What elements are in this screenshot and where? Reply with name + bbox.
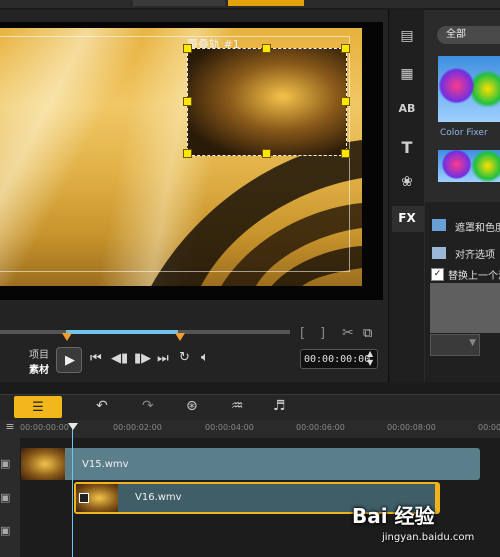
home-icon[interactable]: ⏮ [90, 352, 102, 366]
resize-handle-tr[interactable] [341, 44, 350, 53]
track-manager-icon[interactable]: ≡ [0, 420, 20, 438]
prev-frame-icon[interactable]: ◀▮ [111, 352, 128, 366]
resize-handle-bl[interactable] [183, 149, 192, 158]
mask-chroma-option[interactable]: 遮罩和色度键 [455, 219, 500, 234]
preset-combo[interactable]: ▼ [430, 334, 480, 356]
fx-icon[interactable]: FX [396, 211, 418, 229]
resize-handle-mr[interactable] [341, 97, 350, 106]
align-option[interactable]: 对齐选项 [455, 246, 495, 261]
ruler-tick-label: 00:00:08:00 [387, 423, 436, 432]
resize-handle-tl[interactable] [183, 44, 192, 53]
storyboard-view-button[interactable]: ☰ [14, 396, 62, 418]
clip-badge-icon [79, 493, 89, 503]
instant-project-icon[interactable]: ▦ [396, 66, 418, 84]
title-track-icon[interactable]: ▣ [0, 524, 10, 537]
repeat-icon[interactable]: ↻ [179, 351, 190, 365]
bracket-in-icon[interactable]: [ [300, 326, 305, 341]
transition-icon[interactable]: AB [396, 102, 418, 120]
play-icon: ▶ [65, 352, 75, 368]
graphic-icon[interactable]: ❀ [396, 174, 418, 192]
watermark-url: jingyan.baidu.com [382, 532, 475, 543]
mark-out-handle[interactable] [175, 333, 185, 341]
volume-icon[interactable]: 🔈︎ [201, 351, 209, 365]
filter-thumbnail-label: Color Fixer [440, 128, 488, 138]
video-track-icon[interactable]: ▣ [0, 457, 10, 470]
watermark-logo: Bai 经验 [352, 504, 435, 528]
overlay-track-icon[interactable]: ▣ [0, 491, 10, 504]
mode-clip-label[interactable]: 素材 [29, 361, 49, 376]
resize-handle-bm[interactable] [262, 149, 271, 158]
play-button[interactable]: ▶ [56, 347, 82, 373]
clip-label: V15.wmv [82, 459, 129, 470]
playhead-marker[interactable] [68, 423, 78, 430]
replace-filter-checkbox[interactable]: ✓ [431, 268, 444, 281]
align-icon [432, 247, 446, 259]
timecode-spinner-icon[interactable]: ▲ ▼ [367, 349, 373, 367]
mode-project-label[interactable]: 项目 [29, 346, 49, 361]
redo-icon[interactable]: ↷ [142, 398, 154, 414]
tab-active[interactable] [228, 0, 304, 6]
category-dropdown[interactable]: 全部 [437, 26, 500, 44]
clip-thumbnail [21, 448, 65, 480]
mark-in-handle[interactable] [62, 333, 72, 341]
end-icon[interactable]: ⏭ [157, 352, 169, 366]
overlay-clip-box[interactable] [187, 48, 347, 156]
next-frame-icon[interactable]: ▮▶ [134, 352, 151, 366]
ruler-tick-label: 00:00:02:00 [113, 423, 162, 432]
chevron-down-icon: ▼ [469, 338, 476, 348]
ruler-tick-label: 00:00:1 [478, 423, 500, 432]
filter-thumbnail-2[interactable] [438, 150, 500, 182]
resize-handle-tm[interactable] [262, 44, 271, 53]
ruler-tick-label: 00:00:04:00 [205, 423, 254, 432]
resize-handle-ml[interactable] [183, 97, 192, 106]
replace-filter-label: 替换上一个滤镜 [448, 271, 500, 282]
filter-list-box[interactable] [430, 283, 500, 333]
media-icon[interactable]: ▤ [396, 28, 418, 46]
tab-inactive[interactable] [133, 0, 225, 6]
filter-thumbnail[interactable] [438, 56, 500, 122]
mask-icon [432, 219, 446, 231]
undo-icon[interactable]: ↶ [96, 398, 108, 414]
scissors-icon[interactable]: ✂ [342, 325, 354, 341]
ruler-tick-label: 00:00:00:00 [20, 423, 69, 432]
record-icon[interactable]: ⊛ [186, 398, 198, 414]
bracket-out-icon[interactable]: ] [320, 326, 325, 341]
title-icon[interactable]: T [396, 138, 418, 157]
resize-handle-br[interactable] [341, 149, 350, 158]
playhead-line[interactable] [72, 424, 73, 557]
clip-label: V16.wmv [135, 492, 182, 503]
auto-music-icon[interactable]: ♬ [273, 398, 286, 414]
copy-screen-icon[interactable]: ⧉ [363, 326, 372, 341]
trim-selection [66, 330, 178, 334]
timeline-toolbar [0, 394, 500, 421]
audio-mixer-icon[interactable]: ♒ [231, 398, 244, 414]
ruler-tick-label: 00:00:06:00 [296, 423, 345, 432]
storyboard-icon: ☰ [32, 399, 44, 415]
